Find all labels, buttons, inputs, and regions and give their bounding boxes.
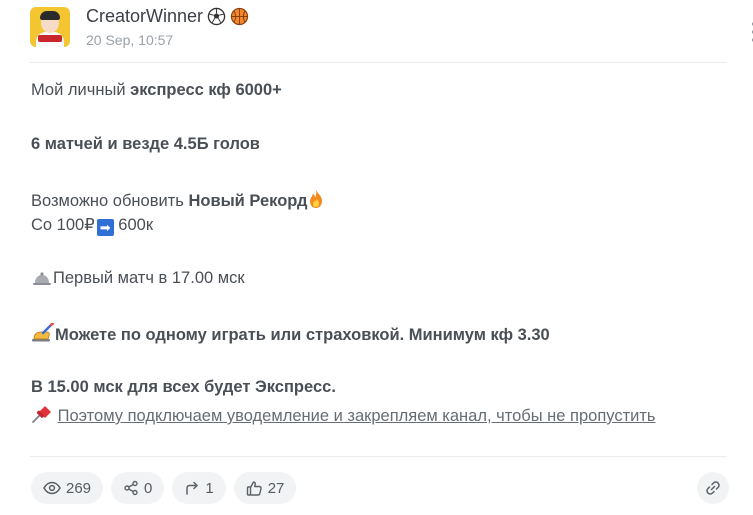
line7-bold: В 15.00 мск для всех будет Экспресс. (31, 378, 336, 396)
line4-text: Со 100₽ (31, 216, 95, 234)
content-line-5: Первый матч в 17.00 мск (31, 269, 245, 288)
line5-text: Первый матч в 17.00 мск (53, 269, 245, 287)
line1-bold: экспресс кф 6000+ (130, 81, 282, 99)
post-card: CreatorWinner 20 Sep, 10:57 Мой личный э… (0, 0, 753, 515)
subscribe-link[interactable]: Поэтому подключаем уводемление и закрепл… (58, 407, 656, 425)
line3-text: Возможно обновить (31, 192, 189, 210)
content-line-6: Можете по одному играть или страховкой. … (31, 323, 550, 345)
views-button[interactable]: 269 (31, 472, 104, 504)
divider (30, 456, 727, 457)
divider (30, 62, 727, 63)
line4-post: 600к (113, 216, 154, 234)
author-row: CreatorWinner (86, 6, 249, 27)
post-actions: 269 0 1 27 (31, 472, 297, 504)
author-name[interactable]: CreatorWinner (86, 6, 203, 27)
line6-bold: Можете по одному играть или страховкой. … (55, 326, 550, 344)
forwards-button[interactable]: 1 (172, 472, 226, 504)
avatar-hair (40, 11, 60, 20)
likes-button[interactable]: 27 (233, 472, 297, 504)
views-count: 269 (66, 479, 92, 497)
content-line-1: Мой личный экспресс кф 6000+ (31, 81, 282, 100)
bell-icon (33, 272, 51, 285)
forward-arrow-icon (186, 481, 199, 495)
writing-hand-icon (32, 323, 55, 342)
shares-count: 0 (144, 479, 153, 497)
soccer-ball-icon (207, 7, 226, 26)
line1-text: Мой личный (31, 81, 131, 99)
shares-button[interactable]: 0 (111, 472, 165, 504)
avatar-badge (38, 35, 62, 42)
line2-bold: 6 матчей и везде 4.5Б голов (31, 135, 260, 153)
link-icon (706, 481, 720, 495)
forwards-count: 1 (205, 479, 214, 497)
content-line-3: Возможно обновить Новый Рекорд (31, 189, 325, 211)
content-line-2: 6 матчей и везде 4.5Б голов (31, 135, 260, 154)
line3-bold: Новый Рекорд (188, 192, 308, 210)
pushpin-icon (32, 406, 51, 423)
content-line-8: Поэтому подключаем уводемление и закрепл… (31, 404, 656, 426)
copy-link-button[interactable] (697, 472, 729, 504)
post-header: CreatorWinner 20 Sep, 10:57 (30, 6, 753, 50)
fire-icon (310, 190, 323, 208)
basketball-icon (230, 7, 249, 26)
arrow-right-icon: ➡ (96, 219, 114, 236)
eye-icon (43, 481, 61, 495)
content-line-7: В 15.00 мск для всех будет Экспресс. (31, 378, 336, 397)
thumbs-up-icon (246, 480, 262, 496)
more-options-icon[interactable] (748, 22, 753, 44)
content-line-4: Со 100₽ ➡ 600к (31, 215, 153, 236)
likes-count: 27 (267, 479, 285, 497)
share-nodes-icon (124, 480, 138, 496)
avatar[interactable] (30, 7, 70, 47)
post-date: 20 Sep, 10:57 (86, 32, 174, 48)
